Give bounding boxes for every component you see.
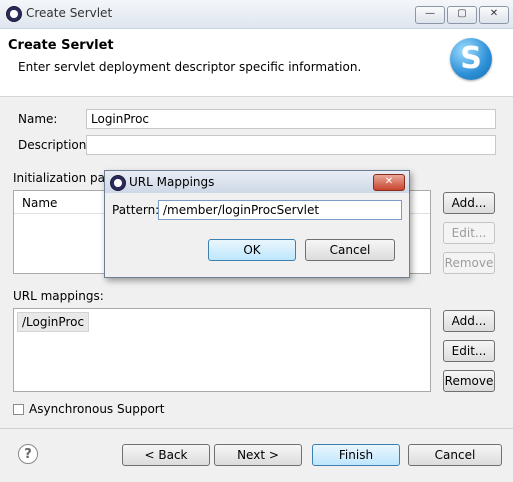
url-mappings-list[interactable]: /LoginProc: [13, 308, 431, 392]
dialog-close-button[interactable]: ✕: [373, 174, 405, 191]
init-remove-button[interactable]: Remove: [443, 252, 495, 274]
pattern-input[interactable]: /member/loginProcServlet: [158, 200, 402, 220]
url-mappings-label: URL mappings:: [13, 289, 104, 303]
back-button[interactable]: < Back: [122, 444, 210, 466]
maximize-button[interactable]: ▢: [447, 6, 477, 24]
name-field[interactable]: LoginProc: [86, 109, 496, 129]
footer-separator: [0, 428, 513, 429]
help-icon[interactable]: ?: [18, 444, 38, 464]
cancel-button[interactable]: Cancel: [408, 444, 502, 466]
window-title: Create Servlet: [26, 6, 113, 20]
pattern-label: Pattern:: [112, 203, 160, 217]
url-mappings-dialog: URL Mappings ✕ Pattern: /member/loginPro…: [104, 170, 410, 278]
eclipse-icon: [6, 6, 22, 22]
url-remove-button[interactable]: Remove: [443, 370, 495, 392]
window-title-bar: Create Servlet — ▢ ✕: [0, 0, 513, 29]
dialog-title-bar: URL Mappings ✕: [105, 171, 409, 193]
column-header-name[interactable]: Name: [22, 196, 57, 210]
description-field[interactable]: [86, 135, 496, 155]
init-edit-button[interactable]: Edit...: [443, 222, 495, 244]
async-support-label: Asynchronous Support: [29, 402, 165, 416]
url-add-button[interactable]: Add...: [443, 310, 495, 332]
dialog-ok-button[interactable]: OK: [208, 239, 296, 261]
minimize-button[interactable]: —: [415, 6, 445, 24]
url-edit-button[interactable]: Edit...: [443, 340, 495, 362]
init-add-button[interactable]: Add...: [443, 192, 495, 214]
list-item[interactable]: /LoginProc: [17, 312, 90, 332]
name-label: Name:: [18, 112, 58, 126]
dialog-cancel-button[interactable]: Cancel: [305, 239, 395, 261]
dialog-title: URL Mappings: [129, 175, 215, 189]
next-button[interactable]: Next >: [214, 444, 302, 466]
eclipse-icon: [110, 175, 126, 191]
servlet-logo-icon: S: [450, 38, 492, 80]
description-label: Description:: [18, 138, 91, 152]
close-button[interactable]: ✕: [479, 6, 509, 24]
async-support-checkbox[interactable]: [13, 404, 24, 415]
finish-button[interactable]: Finish: [312, 444, 400, 466]
page-description: Enter servlet deployment descriptor spec…: [18, 60, 362, 74]
page-title: Create Servlet: [8, 38, 114, 53]
